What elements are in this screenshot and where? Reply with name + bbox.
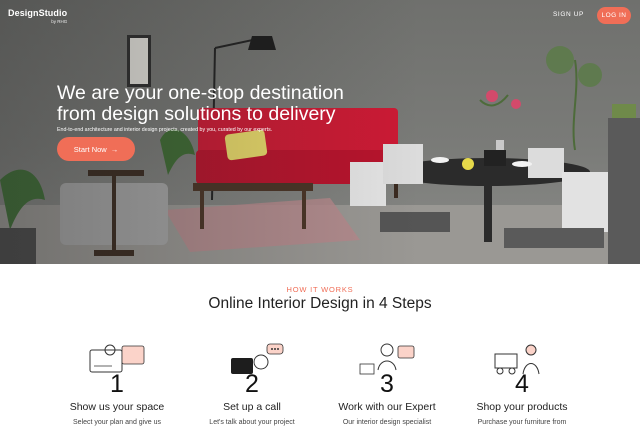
brand-name: DesignStudio: [8, 8, 68, 18]
step-description: Select your plan and give us: [73, 419, 161, 426]
start-now-label: Start Now: [73, 144, 107, 154]
step-card-2: 2 Set up a call Let's talk about your pr…: [187, 340, 317, 426]
hero-subline: End-to-end architecture and interior des…: [57, 127, 273, 133]
step-card-1: 1 Show us your space Select your plan an…: [52, 340, 182, 426]
step-title: Work with our Expert: [338, 401, 436, 413]
arrow-right-icon: →: [110, 144, 119, 154]
hero-headline-line-1: We are your one-stop destination: [57, 82, 344, 104]
step-card-4: 4 Shop your products Purchase your furni…: [457, 340, 587, 426]
brand-subtitle: by RHG: [51, 19, 68, 24]
step-description: Our interior design specialist: [342, 419, 432, 426]
hero-headline-line-2: from design solutions to delivery: [57, 103, 336, 125]
step-number: 3: [380, 370, 394, 398]
login-button[interactable]: LOG IN: [597, 7, 631, 24]
how-it-works-eyebrow: HOW IT WORKS: [286, 285, 354, 294]
step-title: Set up a call: [223, 401, 281, 413]
step-description: Purchase your furniture from: [477, 419, 567, 426]
step-number: 2: [245, 370, 259, 398]
step-number: 4: [515, 370, 529, 398]
site-logo[interactable]: DesignStudio by RHG: [8, 8, 67, 24]
signup-link[interactable]: SIGN UP: [553, 11, 584, 18]
start-now-button[interactable]: Start Now →: [57, 137, 135, 161]
step-card-3: 3 Work with our Expert Our interior desi…: [322, 340, 452, 426]
hero-headline: We are your one-stop destination from de…: [57, 83, 397, 125]
section-title: Online Interior Design in 4 Steps: [208, 295, 432, 312]
step-title: Show us your space: [69, 401, 165, 413]
step-description: Let's talk about your project: [209, 419, 295, 426]
step-number: 1: [110, 370, 124, 398]
step-title: Shop your products: [476, 401, 568, 413]
